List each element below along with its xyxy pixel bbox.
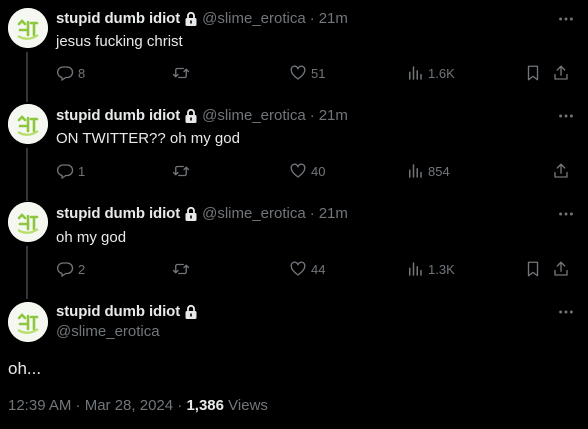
reply-icon <box>56 164 74 179</box>
views-label: Views <box>228 397 268 414</box>
views-count: 1.6K <box>428 65 455 81</box>
like-count: 40 <box>311 163 326 179</box>
like-count: 44 <box>311 261 326 277</box>
like-icon <box>290 65 306 80</box>
more-icon[interactable] <box>556 106 576 126</box>
thread-connector <box>26 52 28 96</box>
author-handle[interactable]: @slime_erotica <box>56 322 160 342</box>
retweet-button[interactable] <box>172 161 194 181</box>
lock-icon <box>185 304 197 319</box>
share-button[interactable] <box>552 63 570 83</box>
bookmark-icon <box>527 261 539 277</box>
views-button[interactable]: 1.6K <box>406 63 455 83</box>
author-handle[interactable]: @slime_erotica <box>202 106 306 126</box>
author-name[interactable]: stupid dumb idiot <box>56 106 180 126</box>
separator: · <box>177 397 183 414</box>
avatar-image <box>8 302 48 342</box>
tweet-text: oh my god <box>56 229 127 246</box>
reply-count: 1 <box>78 163 86 179</box>
thread-connector <box>26 148 28 193</box>
views-icon <box>409 164 422 178</box>
author-name[interactable]: stupid dumb idiot <box>56 204 180 224</box>
tweet-meta: 12:39 AM · Mar 28, 2024 · 1,386 Views <box>8 396 268 416</box>
main-tweet-text: oh... <box>8 359 42 378</box>
thread-tweet-3[interactable]: stupid dumb idiot @slime_erotica · 21m o… <box>0 193 588 291</box>
tweet-time[interactable]: 21m <box>319 106 348 126</box>
tweet-header: stupid dumb idiot @slime_erotica · 21m <box>56 106 348 126</box>
thread-connector <box>26 246 28 291</box>
tweet-text: ON TWITTER?? oh my god <box>56 130 240 147</box>
author-name[interactable]: stupid dumb idiot <box>56 9 180 29</box>
more-icon[interactable] <box>556 9 576 29</box>
avatar-image <box>8 202 48 242</box>
tweet-actions: 2 44 1.3K <box>56 259 576 279</box>
bookmark-icon <box>527 65 539 81</box>
avatar[interactable] <box>8 302 48 342</box>
tweet-text: jesus fucking christ <box>56 33 183 50</box>
reply-button[interactable]: 2 <box>56 259 85 279</box>
thread-tweet-1[interactable]: stupid dumb idiot @slime_erotica · 21m j… <box>0 0 588 96</box>
bookmark-button[interactable] <box>524 63 542 83</box>
tweet-header: stupid dumb idiot @slime_erotica · 21m <box>56 9 348 29</box>
thread-connector <box>26 193 28 201</box>
like-count: 51 <box>311 65 326 81</box>
tweet-actions: 8 51 1.6K <box>56 63 576 83</box>
retweet-icon <box>172 165 190 177</box>
views-total: 1,386 <box>186 397 224 414</box>
main-author: stupid dumb idiot <box>56 302 198 322</box>
author-handle[interactable]: @slime_erotica <box>202 204 306 224</box>
retweet-button[interactable] <box>172 63 194 83</box>
separator: · <box>309 205 315 222</box>
avatar[interactable] <box>8 104 48 144</box>
views-count: 1.3K <box>428 261 455 277</box>
retweet-icon <box>172 67 190 79</box>
lock-icon <box>185 206 197 221</box>
avatar-image <box>8 104 48 144</box>
views-icon <box>409 66 422 80</box>
avatar[interactable] <box>8 202 48 242</box>
thread-connector <box>26 291 28 299</box>
share-icon <box>554 261 568 276</box>
more-icon[interactable] <box>556 302 576 322</box>
separator: · <box>309 107 315 124</box>
views-icon <box>409 262 422 276</box>
retweet-icon <box>172 263 190 275</box>
share-button[interactable] <box>552 259 570 279</box>
author-handle[interactable]: @slime_erotica <box>202 9 306 29</box>
lock-icon <box>185 108 197 123</box>
views-button[interactable]: 1.3K <box>406 259 455 279</box>
thread-connector <box>26 95 28 102</box>
thread-tweet-2[interactable]: stupid dumb idiot @slime_erotica · 21m O… <box>0 95 588 193</box>
more-icon[interactable] <box>556 204 576 224</box>
share-button[interactable] <box>552 161 570 181</box>
reply-count: 2 <box>78 261 86 277</box>
avatar[interactable] <box>8 8 48 48</box>
like-icon <box>290 261 306 276</box>
author-name[interactable]: stupid dumb idiot <box>56 302 180 322</box>
like-button[interactable]: 51 <box>289 63 325 83</box>
retweet-button[interactable] <box>172 259 194 279</box>
share-icon <box>554 163 568 178</box>
avatar-image <box>8 8 48 48</box>
share-icon <box>554 65 568 80</box>
reply-button[interactable]: 8 <box>56 63 85 83</box>
like-icon <box>290 163 306 178</box>
separator: · <box>309 10 315 27</box>
like-button[interactable]: 40 <box>289 161 325 181</box>
views-count: 854 <box>428 163 450 179</box>
reply-icon <box>56 66 74 81</box>
reply-button[interactable]: 1 <box>56 161 85 181</box>
like-button[interactable]: 44 <box>289 259 325 279</box>
reply-icon <box>56 262 74 277</box>
lock-icon <box>185 11 197 26</box>
tweet-header: stupid dumb idiot @slime_erotica · 21m <box>56 204 348 224</box>
bookmark-button[interactable] <box>524 259 542 279</box>
views-button[interactable]: 854 <box>406 161 450 181</box>
tweet-actions: 1 40 854 <box>56 161 576 181</box>
reply-count: 8 <box>78 65 86 81</box>
tweet-time[interactable]: 21m <box>319 9 348 29</box>
tweet-timestamp[interactable]: 12:39 AM · Mar 28, 2024 <box>8 397 173 414</box>
tweet-time[interactable]: 21m <box>319 204 348 224</box>
